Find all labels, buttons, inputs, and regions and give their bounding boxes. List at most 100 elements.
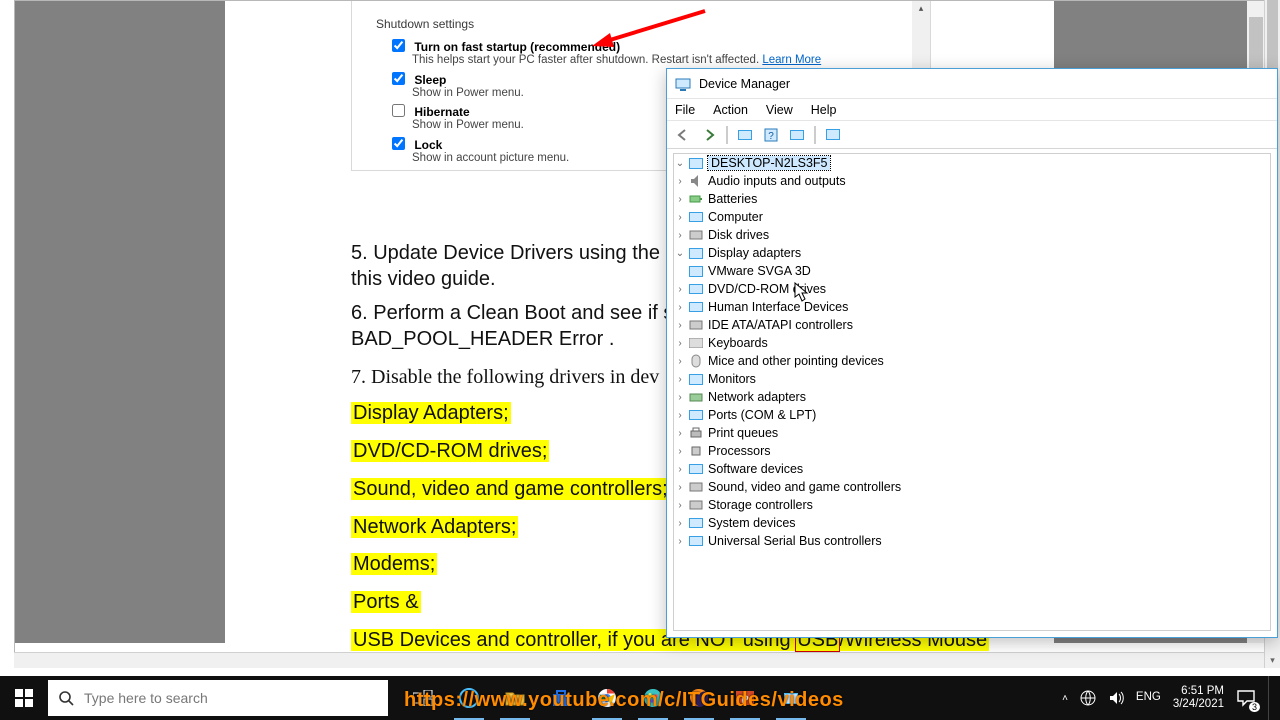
tree-node-label: Disk drives (708, 228, 769, 242)
learn-more-link[interactable]: Learn More (762, 54, 821, 66)
tree-node[interactable]: › Processors (674, 442, 1270, 460)
forward-button[interactable] (697, 124, 721, 146)
category-icon (688, 461, 704, 477)
menu-file[interactable]: File (673, 102, 697, 118)
help-button[interactable]: ? (759, 124, 783, 146)
tree-node[interactable]: ›Batteries (674, 190, 1270, 208)
network-icon[interactable] (1080, 690, 1096, 706)
tree-twisty-icon[interactable]: › (674, 410, 686, 421)
tray-language[interactable]: ENG (1136, 691, 1161, 704)
menu-action[interactable]: Action (711, 102, 750, 118)
category-icon (688, 173, 704, 189)
tree-node[interactable]: › IDE ATA/ATAPI controllers (674, 316, 1270, 334)
category-icon (688, 389, 704, 405)
tree-node[interactable]: ›Storage controllers (674, 496, 1270, 514)
tree-twisty-icon[interactable]: › (674, 212, 686, 223)
titlebar[interactable]: Device Manager (667, 69, 1277, 99)
hibernate-checkbox[interactable] (392, 104, 405, 117)
tree-twisty-icon[interactable]: › (674, 536, 686, 547)
tree-twisty-icon[interactable]: › (674, 428, 686, 439)
tree-node-label: Software devices (708, 462, 803, 476)
menubar: File Action View Help (667, 99, 1277, 121)
fast-startup-label: Turn on fast startup (recommended) (414, 40, 620, 54)
tree-node-label: Human Interface Devices (708, 300, 848, 314)
tree-twisty-icon[interactable]: › (674, 338, 686, 349)
tree-twisty-icon[interactable]: ⌄ (674, 248, 686, 259)
tree-node[interactable]: › Human Interface Devices (674, 298, 1270, 316)
lock-checkbox[interactable] (392, 137, 405, 150)
opt-fast-startup[interactable]: Turn on fast startup (recommended) This … (392, 39, 821, 66)
menu-help[interactable]: Help (809, 102, 839, 118)
tree-leaf-label: VMware SVGA 3D (708, 264, 811, 278)
tree-node[interactable]: › Network adapters (674, 388, 1270, 406)
tree-node[interactable]: ›Audio inputs and outputs (674, 172, 1270, 190)
back-button[interactable] (671, 124, 695, 146)
tree-node[interactable]: ›Computer (674, 208, 1270, 226)
show-hidden-button[interactable] (821, 124, 845, 146)
sleep-label: Sleep (414, 73, 446, 87)
category-icon (688, 479, 704, 495)
tree-node[interactable]: › Mice and other pointing devices (674, 352, 1270, 370)
tree-twisty-icon[interactable]: › (674, 320, 686, 331)
tree-node[interactable]: › Monitors (674, 370, 1270, 388)
tree-node[interactable]: ⌄Display adapters (674, 244, 1270, 262)
tree-node[interactable]: ›Universal Serial Bus controllers (674, 532, 1270, 550)
tree-node[interactable]: ›DVD/CD-ROM drives (674, 280, 1270, 298)
tree-twisty-icon[interactable]: › (674, 500, 686, 511)
tree-node[interactable]: ›Print queues (674, 424, 1270, 442)
opt-sleep[interactable]: Sleep Show in Power menu. (392, 72, 524, 99)
category-icon (688, 209, 704, 225)
tree-twisty-icon[interactable]: › (674, 230, 686, 241)
horizontal-scrollbar[interactable] (14, 652, 1266, 668)
tray-clock[interactable]: 6:51 PM3/24/2021 (1173, 685, 1224, 711)
show-desktop-button[interactable] (1268, 676, 1274, 720)
taskbar-search[interactable]: Type here to search (48, 680, 388, 716)
tree-node[interactable]: › Software devices (674, 460, 1270, 478)
opt-hibernate[interactable]: Hibernate Show in Power menu. (392, 104, 524, 131)
search-placeholder: Type here to search (84, 690, 208, 706)
tree-twisty-icon[interactable]: › (674, 482, 686, 493)
tree-node[interactable]: ›System devices (674, 514, 1270, 532)
tree-node[interactable]: › Disk drives (674, 226, 1270, 244)
tree-twisty-icon[interactable]: › (674, 392, 686, 403)
volume-icon[interactable] (1108, 690, 1124, 706)
start-button[interactable] (0, 676, 48, 720)
tree-node[interactable]: ›Sound, video and game controllers (674, 478, 1270, 496)
tree-node-label: Mice and other pointing devices (708, 354, 884, 368)
tree-twisty-icon[interactable]: › (674, 518, 686, 529)
category-icon (688, 191, 704, 207)
tree-node-label: Processors (708, 444, 771, 458)
tree-node-label: IDE ATA/ATAPI controllers (708, 318, 853, 332)
action-center-button[interactable]: 3 (1236, 688, 1256, 708)
tree-twisty-icon[interactable]: › (674, 374, 686, 385)
tree-node-label: Network adapters (708, 390, 806, 404)
tree-twisty-icon[interactable]: › (674, 176, 686, 187)
tree-twisty-icon[interactable]: ⌄ (674, 158, 686, 169)
tree-node[interactable]: ›Ports (COM & LPT) (674, 406, 1270, 424)
tree-twisty-icon[interactable]: › (674, 302, 686, 313)
tree-twisty-icon[interactable]: › (674, 356, 686, 367)
system-tray: ˄ ENG 6:51 PM3/24/2021 3 (1062, 676, 1280, 720)
menu-view[interactable]: View (764, 102, 795, 118)
shutdown-heading: Shutdown settings (376, 17, 474, 31)
tree-node[interactable]: ›Keyboards (674, 334, 1270, 352)
tray-chevron-icon[interactable]: ˄ (1062, 693, 1068, 704)
tree-twisty-icon[interactable]: › (674, 194, 686, 205)
category-icon (688, 227, 704, 243)
device-tree[interactable]: ⌄ DESKTOP-N2LS3F5 ›Audio inputs and output… (673, 153, 1271, 631)
sleep-checkbox[interactable] (392, 72, 405, 85)
tree-root-label[interactable]: DESKTOP-N2LS3F5 (708, 156, 830, 170)
device-icon (688, 263, 704, 279)
search-icon (58, 690, 74, 706)
category-icon (688, 515, 704, 531)
tree-twisty-icon[interactable]: › (674, 464, 686, 475)
tree-twisty-icon[interactable]: › (674, 446, 686, 457)
tree-node-label: Monitors (708, 372, 756, 386)
scan-button[interactable] (785, 124, 809, 146)
opt-lock[interactable]: Lock Show in account picture menu. (392, 137, 569, 164)
tree-twisty-icon[interactable]: › (674, 284, 686, 295)
category-icon (688, 533, 704, 549)
fast-startup-checkbox[interactable] (392, 39, 405, 52)
tree-leaf[interactable]: VMware SVGA 3D (674, 262, 1270, 280)
properties-button[interactable] (733, 124, 757, 146)
